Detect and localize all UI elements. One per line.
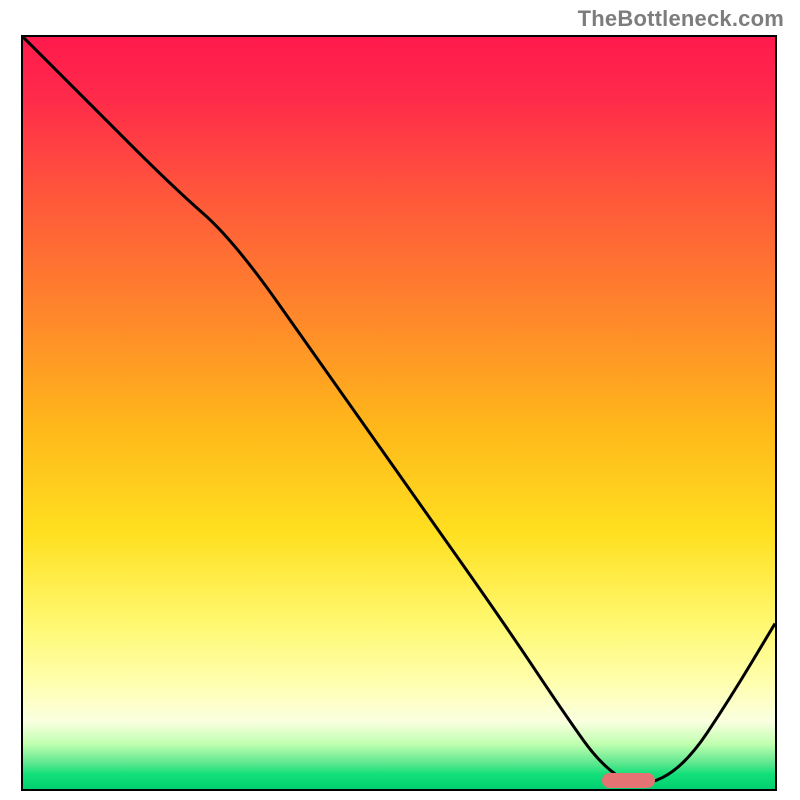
- chart-frame: [21, 35, 777, 791]
- attribution-label: TheBottleneck.com: [578, 6, 784, 32]
- chart-root: TheBottleneck.com: [0, 0, 800, 800]
- optimal-zone-marker: [602, 773, 655, 788]
- bottleneck-curve: [23, 37, 775, 789]
